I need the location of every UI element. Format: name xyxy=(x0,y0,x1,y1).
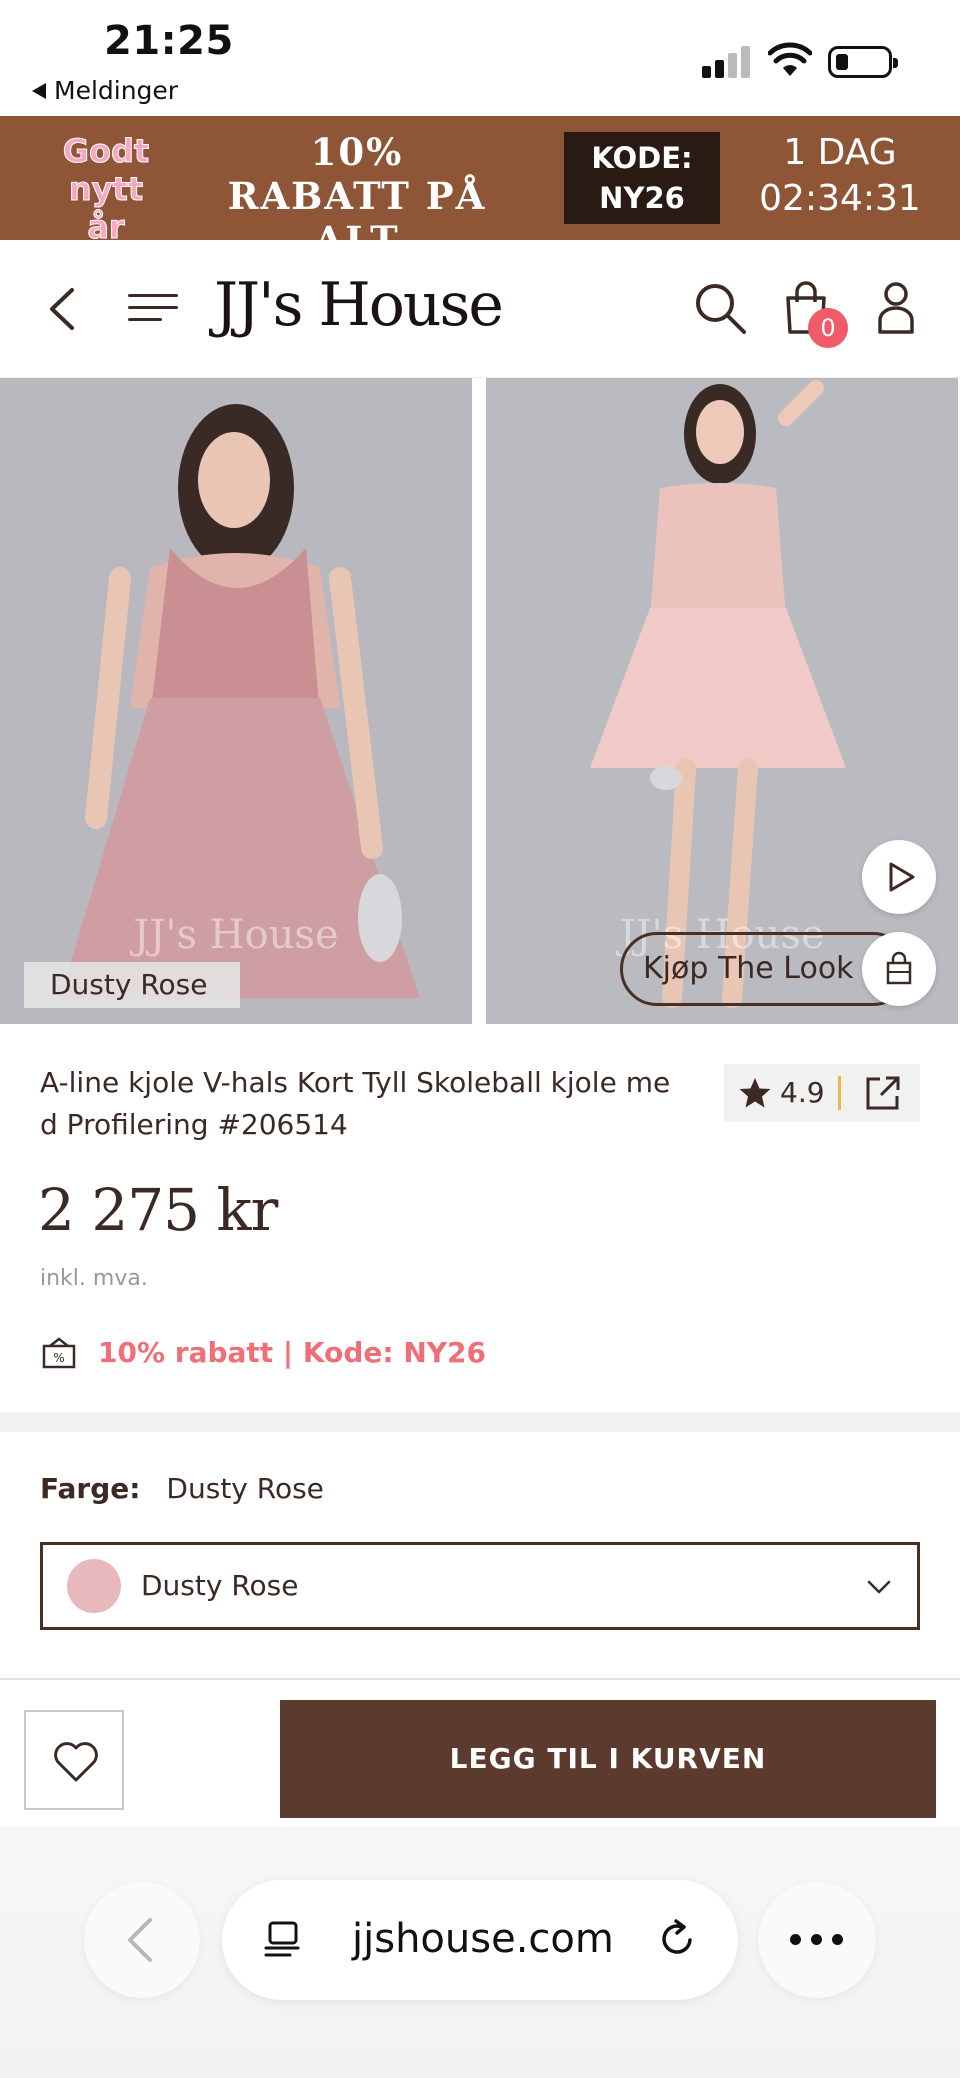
color-dropdown-value: Dusty Rose xyxy=(141,1569,299,1602)
bottom-action-bar: LEGG TIL I KURVEN xyxy=(0,1678,960,1826)
reload-icon[interactable] xyxy=(656,1918,698,1960)
play-icon xyxy=(889,862,915,892)
promo-banner[interactable]: Godt nytt år 10% RABATT PÅ ALT KODE: NY2… xyxy=(0,116,960,262)
promo-timer-clock: 02:34:31 xyxy=(759,178,921,219)
browser-back-button[interactable] xyxy=(84,1882,200,1998)
promo-timer-days: 1 DAG xyxy=(783,132,897,173)
browser-toolbar: jjshouse.com xyxy=(0,1826,960,2078)
coupon-bag-icon: % xyxy=(42,1337,76,1369)
menu-icon[interactable] xyxy=(128,290,178,326)
photo-watermark: JJ's House xyxy=(133,912,339,958)
chevron-down-icon xyxy=(867,1580,891,1594)
rating-share-box[interactable]: 4.9 xyxy=(724,1064,920,1122)
color-label-row: Farge: Dusty Rose xyxy=(40,1472,324,1505)
search-icon[interactable] xyxy=(692,280,748,336)
vat-note: inkl. mva. xyxy=(40,1266,148,1291)
play-video-button[interactable] xyxy=(862,840,936,914)
product-price: 2 275 kr xyxy=(38,1176,278,1244)
color-swatch xyxy=(67,1559,121,1613)
more-dots-icon xyxy=(790,1934,844,1946)
color-value: Dusty Rose xyxy=(166,1472,324,1505)
product-title: A-line kjole V-hals Kort Tyll Skoleball … xyxy=(40,1066,671,1141)
battery-icon xyxy=(828,46,898,78)
wishlist-button[interactable] xyxy=(24,1710,124,1810)
back-chevron-icon[interactable] xyxy=(44,286,80,332)
share-icon[interactable] xyxy=(864,1074,902,1112)
browser-more-button[interactable] xyxy=(758,1882,876,1998)
promo-new-year-text: Godt nytt år xyxy=(62,132,150,247)
heart-icon xyxy=(54,1742,98,1782)
promo-code-value: NY26 xyxy=(599,181,685,215)
add-to-cart-button[interactable]: LEGG TIL I KURVEN xyxy=(280,1700,936,1818)
shopping-bag-small-icon xyxy=(886,951,912,985)
tabs-icon[interactable] xyxy=(262,1920,302,1960)
photo-color-tag: Dusty Rose xyxy=(24,962,240,1008)
promo-code-box: KODE: NY26 xyxy=(564,132,720,224)
cellular-signal-icon xyxy=(702,46,750,78)
site-logo[interactable]: JJ's House xyxy=(214,270,504,340)
rating-divider xyxy=(838,1076,841,1110)
coupon-text[interactable]: 10% rabatt | Kode: NY26 xyxy=(98,1336,486,1369)
promo-code-label: KODE: xyxy=(591,141,693,175)
product-photo-full[interactable]: JJ's House xyxy=(486,378,958,1024)
back-chevron-icon xyxy=(128,1918,152,1962)
cart-count-badge: 0 xyxy=(808,308,848,348)
user-account-icon[interactable] xyxy=(876,280,916,336)
browser-url-text: jjshouse.com xyxy=(352,1916,614,1962)
status-bar: 21:25 Meldinger xyxy=(0,0,960,116)
promo-countdown: 1 DAG 02:34:31 xyxy=(750,130,930,222)
site-header: JJ's House 0 xyxy=(0,240,960,378)
product-photo-front[interactable]: JJ's House Dusty Rose xyxy=(0,378,472,1024)
star-icon xyxy=(739,1078,771,1108)
svg-text:%: % xyxy=(53,1351,64,1365)
status-time: 21:25 xyxy=(104,18,234,64)
section-divider xyxy=(0,1412,960,1432)
back-triangle-icon xyxy=(32,82,46,99)
browser-address-bar[interactable]: jjshouse.com xyxy=(222,1880,738,2000)
back-to-app-link[interactable]: Meldinger xyxy=(32,76,178,105)
color-dropdown[interactable]: Dusty Rose xyxy=(40,1542,920,1630)
buy-look-bag-button[interactable] xyxy=(862,932,936,1006)
back-to-app-label: Meldinger xyxy=(54,76,179,105)
product-gallery[interactable]: JJ's House Dusty Rose JJ's House Kjøp Th… xyxy=(0,378,960,1024)
wifi-icon xyxy=(768,42,812,76)
color-label: Farge: xyxy=(40,1472,141,1505)
rating-value: 4.9 xyxy=(780,1076,825,1109)
